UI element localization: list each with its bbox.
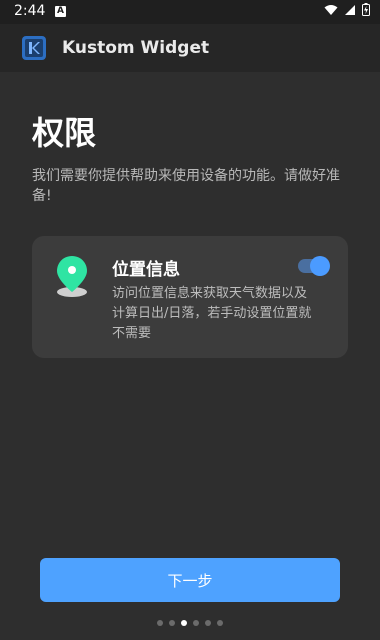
- app-bar: Kustom Widget: [0, 24, 380, 72]
- location-permission-toggle[interactable]: [298, 256, 330, 276]
- signal-icon: [345, 4, 355, 15]
- location-permission-card[interactable]: 位置信息 访问位置信息来获取天气数据以及计算日出/日落，若手动设置位置就不需要: [32, 236, 348, 358]
- page-dot-active: [181, 620, 187, 626]
- page-dot: [205, 620, 211, 626]
- page-description: 我们需要你提供帮助来使用设备的功能。请做好准备!: [32, 168, 340, 204]
- status-bar: 2:44 A: [0, 0, 380, 24]
- notification-a-icon: A: [55, 6, 66, 17]
- page-dot: [157, 620, 163, 626]
- location-pin-icon: [54, 254, 90, 298]
- status-time: 2:44: [14, 3, 46, 19]
- page-dot: [193, 620, 199, 626]
- next-button[interactable]: 下一步: [40, 558, 340, 602]
- permission-description: 访问位置信息来获取天气数据以及计算日出/日落，若手动设置位置就不需要: [112, 286, 312, 341]
- kustom-logo-icon: [22, 36, 46, 60]
- battery-icon: [362, 3, 370, 16]
- page-dot: [217, 620, 223, 626]
- permission-title: 位置信息: [112, 260, 180, 280]
- page-indicator: [0, 620, 380, 626]
- page-title: 权限: [32, 114, 97, 152]
- app-title: Kustom Widget: [62, 38, 210, 58]
- toggle-thumb: [310, 256, 330, 276]
- wifi-icon: [324, 4, 338, 15]
- page-dot: [169, 620, 175, 626]
- status-icons: [324, 3, 370, 16]
